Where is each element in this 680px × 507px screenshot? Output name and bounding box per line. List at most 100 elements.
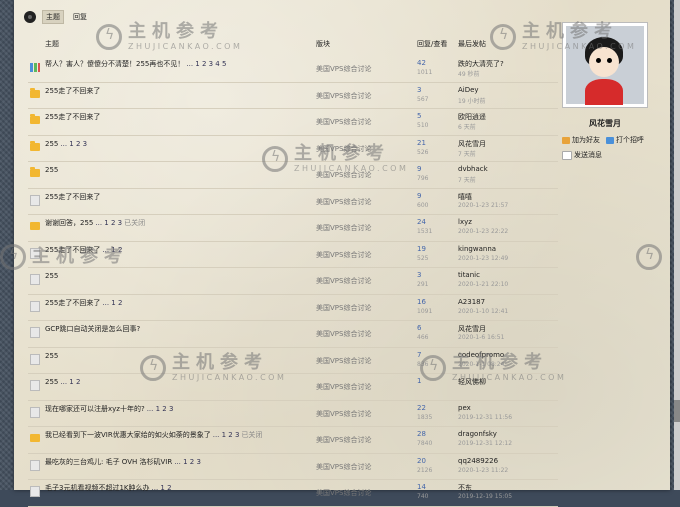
forum-link[interactable]: 美国VPS综合讨论 — [316, 197, 371, 207]
forum-link[interactable]: 美国VPS综合讨论 — [316, 356, 371, 366]
thread-title-link[interactable]: 255走了不回来了 — [45, 113, 100, 121]
thread-title-link[interactable]: 毛子3元机看视频不超过1K肿么办 — [45, 484, 150, 492]
tab-topics[interactable]: 主题 — [42, 10, 64, 24]
last-post-time[interactable]: 2019-12-31 12:12 — [458, 440, 512, 447]
add-friend-link[interactable]: 加为好友 — [562, 135, 600, 145]
forum-link[interactable]: 美国VPS综合讨论 — [316, 382, 371, 392]
table-row[interactable]: 255 美国VPS综合讨论 7 836 codeofpromo 2020-1-1 08:2… — [28, 348, 558, 374]
forum-link[interactable]: 美国VPS综合讨论 — [316, 170, 371, 180]
thread-pages[interactable]: ... 1 2 3 — [60, 140, 87, 148]
thread-pages[interactable]: ... 1 2 — [102, 299, 122, 307]
thread-title-link[interactable]: 255 — [45, 378, 58, 386]
thread-title-link[interactable]: 255走了不回来了 — [45, 246, 100, 254]
thread-title-link[interactable]: 255 — [45, 166, 58, 174]
settings-gear-icon[interactable] — [24, 11, 36, 23]
forum-link[interactable]: 美国VPS综合讨论 — [316, 329, 371, 339]
last-post-user[interactable]: dragonfsky — [458, 430, 497, 438]
thread-title-link[interactable]: 255 — [45, 352, 58, 360]
table-row[interactable]: 255走了不回来了 美国VPS综合讨论 9 600 嘻嘻 2020-1-23 21:57 — [28, 189, 558, 215]
forum-link[interactable]: 美国VPS综合讨论 — [316, 144, 371, 154]
table-row[interactable]: 255 美国VPS综合讨论 9 796 dvbhack 7 天前 — [28, 162, 558, 189]
last-post-time[interactable]: 2020-1-23 12:49 — [458, 255, 508, 262]
last-post-time[interactable]: 7 天前 — [458, 149, 476, 158]
table-row[interactable]: 帮人？害人？傻傻分不清楚！255再也不见！... 1 2 3 4 5 美国VPS综… — [28, 56, 558, 83]
thread-pages[interactable]: ... 1 2 3 — [213, 431, 240, 439]
forum-link[interactable]: 美国VPS综合讨论 — [316, 409, 371, 419]
last-post-user[interactable]: 风花雪月 — [458, 324, 486, 334]
thread-pages[interactable]: ... 1 2 3 — [147, 405, 174, 413]
thread-title-link[interactable]: 最吃灰的三台鸡儿: 毛子 OVH 洛杉矶VIR — [45, 458, 172, 466]
forum-link[interactable]: 美国VPS综合讨论 — [316, 64, 371, 74]
thread-title-link[interactable]: 255 — [45, 272, 58, 280]
last-post-user[interactable]: titanic — [458, 271, 480, 279]
table-row[interactable]: 毛子3元机看视频不超过1K肿么办... 1 2 美国VPS综合讨论 14 740 不东 2… — [28, 480, 558, 507]
last-post-time[interactable]: 2020-1-1 08:24 — [458, 361, 504, 368]
reply-count[interactable]: 6 — [417, 324, 421, 332]
thread-title-link[interactable]: 帮人？害人？傻傻分不清楚！255再也不见！ — [45, 60, 184, 68]
thread-pages[interactable]: ... 1 2 — [152, 484, 172, 492]
reply-count[interactable]: 24 — [417, 218, 426, 226]
last-post-time[interactable]: 2020-1-23 21:57 — [458, 202, 508, 209]
reply-count[interactable]: 7 — [417, 351, 421, 359]
profile-name[interactable]: 风花雪月 — [562, 118, 648, 129]
thread-pages[interactable]: ... 1 2 3 4 5 — [186, 60, 226, 68]
table-row[interactable]: 255 美国VPS综合讨论 3 291 titanic 2020-1-21 22:10 — [28, 268, 558, 295]
reply-count[interactable]: 5 — [417, 112, 421, 120]
last-post-user[interactable]: 嘻嘻 — [458, 192, 472, 202]
tab-replies[interactable]: 回复 — [70, 11, 90, 23]
last-post-time[interactable]: 2020-1-10 12:41 — [458, 308, 508, 315]
last-post-time[interactable]: 49 秒前 — [458, 69, 480, 78]
last-post-user[interactable]: qq2489226 — [458, 457, 498, 465]
reply-count[interactable]: 3 — [417, 271, 421, 279]
thread-title-link[interactable]: 我已经看到下一波VIR优惠大家给的如火如荼的景象了 — [45, 431, 211, 439]
forum-link[interactable]: 美国VPS综合讨论 — [316, 303, 371, 313]
table-row[interactable]: 谢谢回答，255... 1 2 3 已关闭 美国VPS综合讨论 24 1531 lxyz 2… — [28, 215, 558, 242]
reply-count[interactable]: 19 — [417, 245, 426, 253]
scrollbar[interactable] — [674, 0, 680, 490]
thread-pages[interactable]: ... 1 2 — [60, 378, 80, 386]
last-post-user[interactable]: lxyz — [458, 218, 472, 226]
forum-link[interactable]: 美国VPS综合讨论 — [316, 435, 371, 445]
last-post-user[interactable]: pex — [458, 404, 471, 412]
thread-pages[interactable]: ... 1 2 3 — [95, 219, 122, 227]
last-post-time[interactable]: 2019-12-31 11:56 — [458, 414, 512, 421]
table-row[interactable]: 现在哪家还可以注册xyz十年的?... 1 2 3 美国VPS综合讨论 22 1835… — [28, 401, 558, 427]
thread-pages[interactable]: ... 1 2 — [102, 246, 122, 254]
reply-count[interactable]: 20 — [417, 457, 426, 465]
reply-count[interactable]: 21 — [417, 139, 426, 147]
reply-count[interactable]: 42 — [417, 59, 426, 67]
last-post-time[interactable]: 2020-1-6 16:51 — [458, 334, 504, 341]
reply-count[interactable]: 16 — [417, 298, 426, 306]
table-row[interactable]: 255走了不回来了 美国VPS综合讨论 5 510 欧阳逍遥 6 天前 — [28, 109, 558, 136]
thread-pages[interactable]: ... 1 2 3 — [174, 458, 201, 466]
last-post-time[interactable]: 2020-1-23 22:22 — [458, 228, 508, 235]
scrollbar-thumb[interactable] — [674, 400, 680, 422]
reply-count[interactable]: 28 — [417, 430, 426, 438]
thread-title-link[interactable]: 谢谢回答，255 — [45, 219, 93, 227]
table-row[interactable]: 255... 1 2 3 美国VPS综合讨论 21 526 风花雪月 7 天前 — [28, 136, 558, 162]
greet-link[interactable]: 打个招呼 — [606, 135, 644, 145]
last-post-time[interactable]: 7 天前 — [458, 175, 476, 184]
last-post-user[interactable]: A23187 — [458, 298, 485, 306]
last-post-time[interactable]: 2020-1-23 11:22 — [458, 467, 508, 474]
last-post-time[interactable]: 2020-1-21 22:10 — [458, 281, 508, 288]
table-row[interactable]: 255走了不回来了... 1 2 美国VPS综合讨论 16 1091 A23187 202… — [28, 295, 558, 321]
reply-count[interactable]: 1 — [417, 377, 421, 385]
reply-count[interactable]: 9 — [417, 165, 421, 173]
reply-count[interactable]: 22 — [417, 404, 426, 412]
table-row[interactable]: 255... 1 2 美国VPS综合讨论 1 轻风佛柳 — [28, 374, 558, 401]
thread-title-link[interactable]: 255走了不回来了 — [45, 299, 100, 307]
last-post-user[interactable]: 风花雪月 — [458, 139, 486, 149]
last-post-user[interactable]: 轻风佛柳 — [458, 377, 486, 387]
send-message-link[interactable]: 发送消息 — [562, 150, 602, 160]
last-post-user[interactable]: 不东 — [458, 483, 472, 493]
last-post-time[interactable]: 6 天前 — [458, 122, 476, 131]
last-post-user[interactable]: AiDey — [458, 86, 479, 94]
avatar[interactable] — [562, 22, 648, 108]
last-post-user[interactable]: dvbhack — [458, 165, 488, 173]
reply-count[interactable]: 3 — [417, 86, 421, 94]
last-post-user[interactable]: codeofpromo — [458, 351, 504, 359]
last-post-time[interactable]: 2019-12-19 15:05 — [458, 493, 512, 500]
forum-link[interactable]: 美国VPS综合讨论 — [316, 91, 371, 101]
last-post-user[interactable]: 跌的大清亮了? — [458, 59, 504, 69]
